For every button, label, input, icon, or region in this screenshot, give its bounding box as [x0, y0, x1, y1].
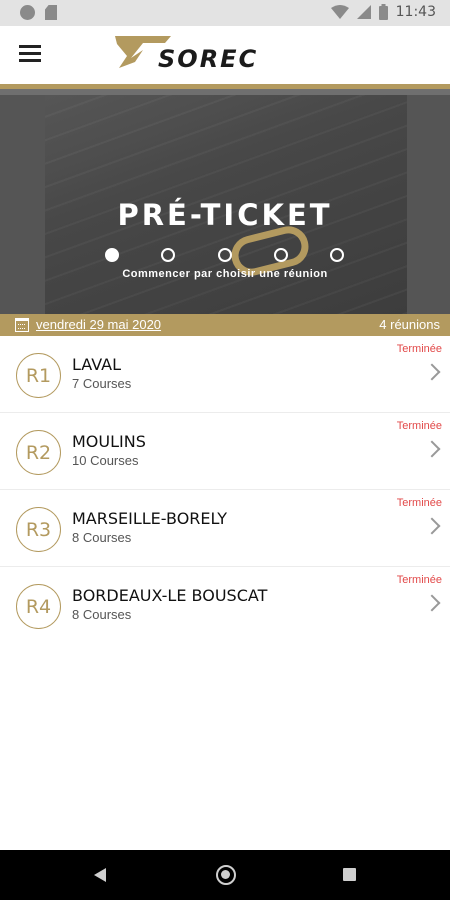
meeting-code-badge: R3 — [16, 507, 61, 552]
sorec-logo: SOREC — [113, 34, 283, 78]
sd-card-icon — [45, 5, 57, 20]
signal-icon — [356, 5, 371, 19]
meeting-code-badge: R1 — [16, 353, 61, 398]
back-icon[interactable] — [94, 868, 106, 882]
meeting-count: 4 réunions — [379, 317, 440, 332]
meeting-courses: 8 Courses — [72, 530, 132, 545]
hamburger-menu-icon[interactable] — [19, 45, 41, 63]
meeting-status: Terminée — [396, 420, 442, 432]
meeting-status: Terminée — [396, 343, 442, 355]
list-item[interactable]: R2 MOULINS 10 Courses Terminée — [0, 413, 450, 490]
date-bar: vendredi 29 mai 2020 4 réunions — [0, 314, 450, 336]
meeting-code-badge: R2 — [16, 430, 61, 475]
meeting-list: R1 LAVAL 7 Courses Terminée R2 MOULINS 1… — [0, 336, 450, 644]
meeting-name: MOULINS — [72, 432, 146, 451]
brand-name: SOREC — [158, 45, 259, 73]
chevron-right-icon — [423, 440, 441, 458]
wifi-icon — [330, 5, 349, 19]
banner-title: PRÉ-TICKET — [117, 198, 333, 232]
carousel-pagination — [105, 248, 345, 264]
carousel-dot-1[interactable] — [105, 248, 119, 262]
app-header: SOREC — [0, 26, 450, 84]
meeting-name: LAVAL — [72, 355, 121, 374]
meeting-name: BORDEAUX-LE BOUSCAT — [72, 586, 268, 605]
meeting-courses: 7 Courses — [72, 376, 132, 391]
list-item[interactable]: R1 LAVAL 7 Courses Terminée — [0, 336, 450, 413]
dot-circle-icon — [20, 5, 35, 20]
date-picker-link[interactable]: vendredi 29 mai 2020 — [36, 317, 161, 332]
meeting-status: Terminée — [396, 497, 442, 509]
calendar-icon[interactable] — [15, 318, 29, 332]
chevron-right-icon — [423, 517, 441, 535]
system-nav-bar — [0, 850, 450, 900]
banner-subtitle: Commencer par choisir une réunion — [122, 268, 328, 280]
recent-apps-icon[interactable] — [343, 868, 356, 881]
list-item[interactable]: R3 MARSEILLE-BORELY 8 Courses Terminée — [0, 490, 450, 567]
carousel-dot-3[interactable] — [218, 248, 232, 262]
carousel-dot-5[interactable] — [330, 248, 344, 262]
meeting-courses: 8 Courses — [72, 607, 132, 622]
status-bar: 11:43 — [0, 0, 450, 26]
carousel-dot-2[interactable] — [161, 248, 175, 262]
home-icon[interactable] — [216, 865, 236, 885]
carousel-dot-4[interactable] — [274, 248, 288, 262]
meeting-courses: 10 Courses — [72, 453, 139, 468]
meeting-status: Terminée — [396, 574, 442, 586]
meeting-name: MARSEILLE-BORELY — [72, 509, 228, 528]
status-time: 11:43 — [395, 4, 436, 20]
meeting-code-badge: R4 — [16, 584, 61, 629]
list-item[interactable]: R4 BORDEAUX-LE BOUSCAT 8 Courses Terminé… — [0, 567, 450, 644]
chevron-right-icon — [423, 594, 441, 612]
chevron-right-icon — [423, 363, 441, 381]
battery-icon — [378, 4, 388, 20]
